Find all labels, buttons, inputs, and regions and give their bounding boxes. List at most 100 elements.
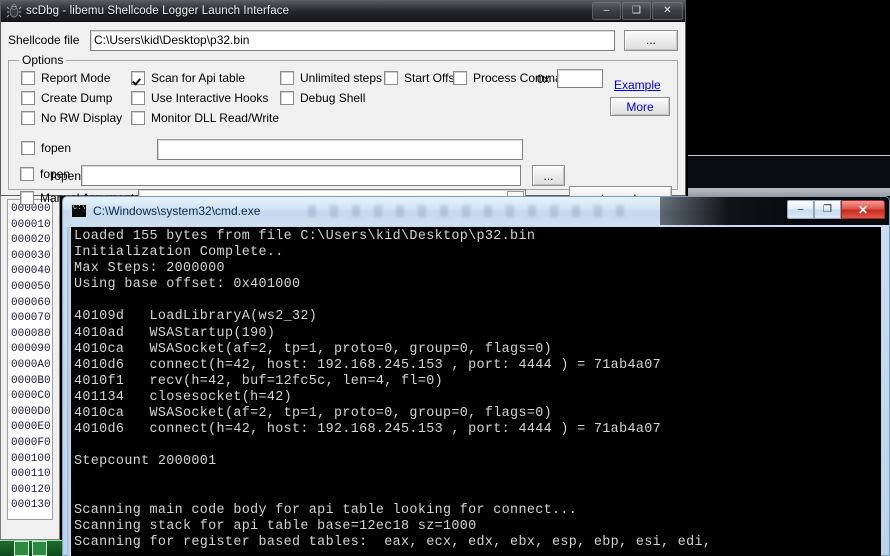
more-button-label: More	[626, 99, 654, 114]
scdbg-titlebar[interactable]: scDbg - libemu Shellcode Logger Launch I…	[1, 1, 685, 22]
checkbox-box-fopen[interactable]	[20, 167, 34, 181]
checkbox-box	[280, 71, 294, 85]
hex-offset-row[interactable]: 000090	[11, 342, 52, 358]
shellcode-file-input[interactable]: C:\Users\kid\Desktop\p32.bin	[90, 29, 615, 51]
maximize-button[interactable]: ❑	[622, 2, 651, 20]
close-icon: ✕	[663, 5, 672, 16]
hex-offset-row[interactable]: 0000E0	[11, 420, 52, 436]
checkbox-box-manual-arguments[interactable]	[20, 191, 34, 205]
checkbox-box	[21, 141, 35, 155]
green-app-icon[interactable]	[14, 541, 29, 556]
checkbox-scan-for-api-table[interactable]: Scan for Api table	[131, 71, 245, 85]
scdbg-window-title: scDbg - libemu Shellcode Logger Launch I…	[26, 5, 290, 17]
minimize-button[interactable]: –	[592, 2, 621, 20]
fopen-row: fopen	[20, 167, 88, 181]
cmd-window: C:\Windows\system32\cmd.exe – ❐ ✕ Loaded…	[62, 196, 890, 556]
checkbox-label: Monitor DLL Read/Write	[151, 111, 280, 125]
checkbox-no-rw-display[interactable]: No RW Display	[21, 111, 122, 125]
browse-shellcode-file-label: ...	[645, 33, 656, 47]
start-offset-prefix-label: 0x	[537, 72, 550, 86]
hex-offset-row[interactable]: 000020	[11, 233, 52, 249]
checkbox-use-interactive-hooks[interactable]: Use Interactive Hooks	[131, 91, 268, 105]
checkbox-label: fopen	[41, 141, 72, 155]
close-button[interactable]: ✕	[652, 2, 683, 20]
hex-offset-row[interactable]: 000130	[11, 498, 52, 514]
minimize-icon: –	[797, 204, 804, 215]
maximize-icon: ❐	[823, 204, 832, 215]
checkbox-box	[21, 111, 35, 125]
taskbar[interactable]	[0, 540, 68, 556]
minimize-icon: –	[603, 5, 610, 16]
scdbg-titlebar-buttons: – ❑ ✕	[592, 2, 683, 20]
scdbg-client-area: Shellcode file C:\Users\kid\Desktop\p32.…	[1, 22, 685, 211]
checkbox-label: No RW Display	[41, 111, 123, 125]
checkbox-monitor-dll-read-write[interactable]: Monitor DLL Read/Write	[131, 111, 279, 125]
hex-offset-row[interactable]: 000030	[11, 249, 52, 265]
hex-offset-row[interactable]: 000060	[11, 296, 52, 312]
titlebar-ghost-text	[308, 205, 629, 217]
checkbox-create-dump[interactable]: Create Dump	[21, 91, 112, 105]
close-icon: ✕	[857, 202, 869, 217]
options-legend: Options	[19, 53, 67, 67]
checkbox-process-command-line[interactable]: fopen	[21, 141, 71, 155]
hex-offset-row[interactable]: 000110	[11, 467, 52, 483]
more-button[interactable]: More	[610, 97, 670, 116]
hex-offset-row[interactable]: 0000A0	[11, 358, 52, 374]
checkbox-box	[131, 91, 145, 105]
checkbox-box	[280, 91, 294, 105]
checkbox-label: Debug Shell	[300, 91, 366, 105]
checkbox-label: Report Mode	[41, 71, 111, 85]
hex-offset-row[interactable]: 000080	[11, 327, 52, 343]
hex-offset-row[interactable]: 000120	[11, 483, 52, 499]
desktop-artifact-band	[688, 156, 890, 188]
hex-offset-row[interactable]: 0000F0	[11, 436, 52, 452]
maximize-icon: ❑	[632, 5, 641, 16]
hex-offset-row[interactable]: 000070	[11, 311, 52, 327]
checkbox-label: Scan for Api table	[151, 71, 246, 85]
cmd-window-title: C:\Windows\system32\cmd.exe	[93, 204, 261, 218]
checkbox-box	[21, 91, 35, 105]
cmd-close-button[interactable]: ✕	[841, 200, 885, 219]
fopen-browse-button[interactable]: ...	[532, 165, 565, 186]
hex-offsets-list[interactable]: 000000 000010 000020 000030 000040 000050 0000…	[7, 199, 53, 520]
checkbox-unlimited-steps[interactable]: Unlimited steps	[280, 71, 382, 85]
desktop-artifact-gray-band	[688, 188, 890, 196]
hex-offset-row[interactable]: 0000C0	[11, 389, 52, 405]
hex-offset-row[interactable]: 000050	[11, 280, 52, 296]
hex-offsets-window: 000000 000010 000020 000030 000040 000050 0000…	[0, 188, 60, 540]
hex-offset-row[interactable]: 0000D0	[11, 405, 52, 421]
cmd-titlebar[interactable]: C:\Windows\system32\cmd.exe – ❐ ✕	[63, 197, 889, 225]
checkbox-box	[453, 71, 467, 85]
shellcode-file-row: Shellcode file C:\Users\kid\Desktop\p32.…	[8, 29, 678, 51]
checkbox-label: Create Dump	[41, 91, 113, 105]
bug-icon	[6, 3, 22, 19]
hex-offset-row[interactable]: 000100	[11, 452, 52, 468]
hex-offset-row[interactable]: 000010	[11, 218, 52, 234]
checkbox-label: Use Interactive Hooks	[151, 91, 269, 105]
cmd-minimize-button[interactable]: –	[787, 200, 814, 219]
checkbox-box	[131, 111, 145, 125]
shellcode-file-label: Shellcode file	[8, 33, 80, 47]
hex-offset-row[interactable]: 0000B0	[11, 374, 52, 390]
checkbox-box	[131, 71, 145, 85]
cmd-titlebar-buttons: – ❐ ✕	[787, 200, 885, 219]
checkbox-box	[21, 71, 35, 85]
desktop: 000000 000010 000020 000030 000040 000050 0000…	[0, 0, 890, 556]
cmd-maximize-button[interactable]: ❐	[814, 200, 841, 219]
cmd-console-area[interactable]: Loaded 155 bytes from file C:\Users\kid\…	[71, 227, 881, 556]
cmd-console-output: Loaded 155 bytes from file C:\Users\kid\…	[74, 229, 712, 550]
green-arrow-icon[interactable]	[32, 541, 47, 556]
checkbox-debug-shell[interactable]: Debug Shell	[280, 91, 365, 105]
browse-shellcode-file-button[interactable]: ...	[624, 29, 678, 51]
checkbox-box	[384, 71, 398, 85]
fopen-input[interactable]	[81, 165, 521, 186]
example-link[interactable]: Example	[614, 78, 661, 92]
checkbox-label: Unlimited steps	[300, 71, 383, 85]
start-offset-input[interactable]	[557, 69, 603, 88]
process-command-line-input[interactable]	[157, 139, 523, 160]
fopen-browse-label: ...	[543, 168, 554, 183]
scdbg-window: scDbg - libemu Shellcode Logger Launch I…	[0, 0, 686, 211]
checkbox-report-mode[interactable]: Report Mode	[21, 71, 110, 85]
console-icon	[71, 204, 87, 218]
hex-offset-row[interactable]: 000040	[11, 264, 52, 280]
